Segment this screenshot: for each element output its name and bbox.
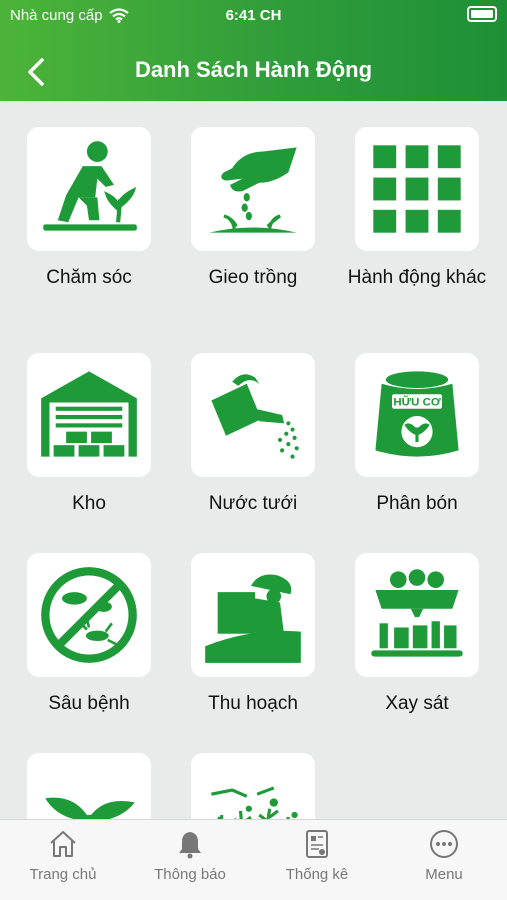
tile-label: Xay sát <box>385 693 449 714</box>
tile-icon-box <box>191 127 315 251</box>
action-tile-phan-bon[interactable]: HỮU CƠ Phân bón <box>342 353 492 516</box>
harvest-icon <box>205 574 301 663</box>
tile-icon-box <box>27 127 151 251</box>
tab-menu[interactable]: Menu <box>381 820 507 900</box>
warehouse-icon <box>41 371 137 457</box>
action-tile-weeds[interactable] <box>178 753 328 819</box>
processing-factory-icon <box>371 569 463 657</box>
tab-label: Menu <box>425 866 463 883</box>
fertilizer-bag-icon: HỮU CƠ <box>375 371 459 457</box>
tab-thong-bao[interactable]: Thông báo <box>127 820 253 900</box>
bag-label: HỮU CƠ <box>393 396 440 409</box>
tile-icon-box <box>191 353 315 477</box>
clock: 6:41 CH <box>225 7 282 24</box>
weeds-icon <box>211 786 298 819</box>
action-tile-hanh-dong-khac[interactable]: Hành động khác <box>342 127 492 290</box>
status-bar: Nhà cung cấp 6:41 CH <box>0 0 507 32</box>
action-tile-seedling[interactable] <box>14 753 164 819</box>
grid-icon <box>373 145 461 233</box>
tab-trang-chu[interactable]: Trang chủ <box>0 820 126 900</box>
tab-label: Thống kê <box>285 866 349 883</box>
tile-label: Kho <box>72 493 106 514</box>
tile-icon-box <box>191 753 315 819</box>
more-icon <box>430 830 458 858</box>
home-icon <box>50 831 76 857</box>
action-tile-gieo-trong[interactable]: Gieo trồng <box>178 127 328 290</box>
app-header: Nhà cung cấp 6:41 CH Danh Sách Hành Động <box>0 0 507 101</box>
tile-label: Sâu bệnh <box>48 693 130 714</box>
tile-label: Thu hoạch <box>208 693 298 714</box>
tile-icon-box <box>191 553 315 677</box>
watering-can-icon <box>211 374 299 459</box>
tile-label: Gieo trồng <box>208 267 298 288</box>
page-title: Danh Sách Hành Động <box>134 57 373 82</box>
bell-icon <box>179 832 201 859</box>
tile-label: Hành động khác <box>347 267 487 288</box>
action-tile-xay-sat[interactable]: Xay sát <box>342 553 492 716</box>
sowing-icon <box>209 147 297 233</box>
action-tile-kho[interactable]: Kho <box>14 353 164 516</box>
tile-icon-box: HỮU CƠ <box>355 353 479 477</box>
tile-icon-box <box>355 553 479 677</box>
battery-icon <box>467 6 497 22</box>
tile-label: Phân bón <box>376 493 458 514</box>
tile-icon-box <box>27 353 151 477</box>
tile-icon-box <box>355 127 479 251</box>
tile-icon-box <box>27 753 151 819</box>
tab-label: Thông báo <box>154 866 226 883</box>
action-tile-sau-benh[interactable]: Sâu bệnh <box>14 553 164 716</box>
report-icon <box>306 830 328 858</box>
action-tile-cham-soc[interactable]: Chăm sóc <box>14 127 164 290</box>
tab-label: Trang chủ <box>29 866 97 883</box>
tab-bar: Trang chủ Thông báo Thống kê Menu <box>0 819 507 900</box>
action-tile-thu-hoach[interactable]: Thu hoạch <box>178 553 328 716</box>
gardener-icon <box>43 141 137 231</box>
action-grid: Chăm sóc Gieo trồng Hành động khác Kho N… <box>0 101 507 819</box>
tile-icon-box <box>27 553 151 677</box>
seedling-icon <box>45 797 135 819</box>
action-tile-nuoc-tuoi[interactable]: Nước tưới <box>178 353 328 516</box>
no-pests-icon <box>41 567 137 663</box>
tile-label: Chăm sóc <box>46 267 132 288</box>
tab-thong-ke[interactable]: Thống kê <box>254 820 380 900</box>
tile-label: Nước tưới <box>208 493 298 514</box>
